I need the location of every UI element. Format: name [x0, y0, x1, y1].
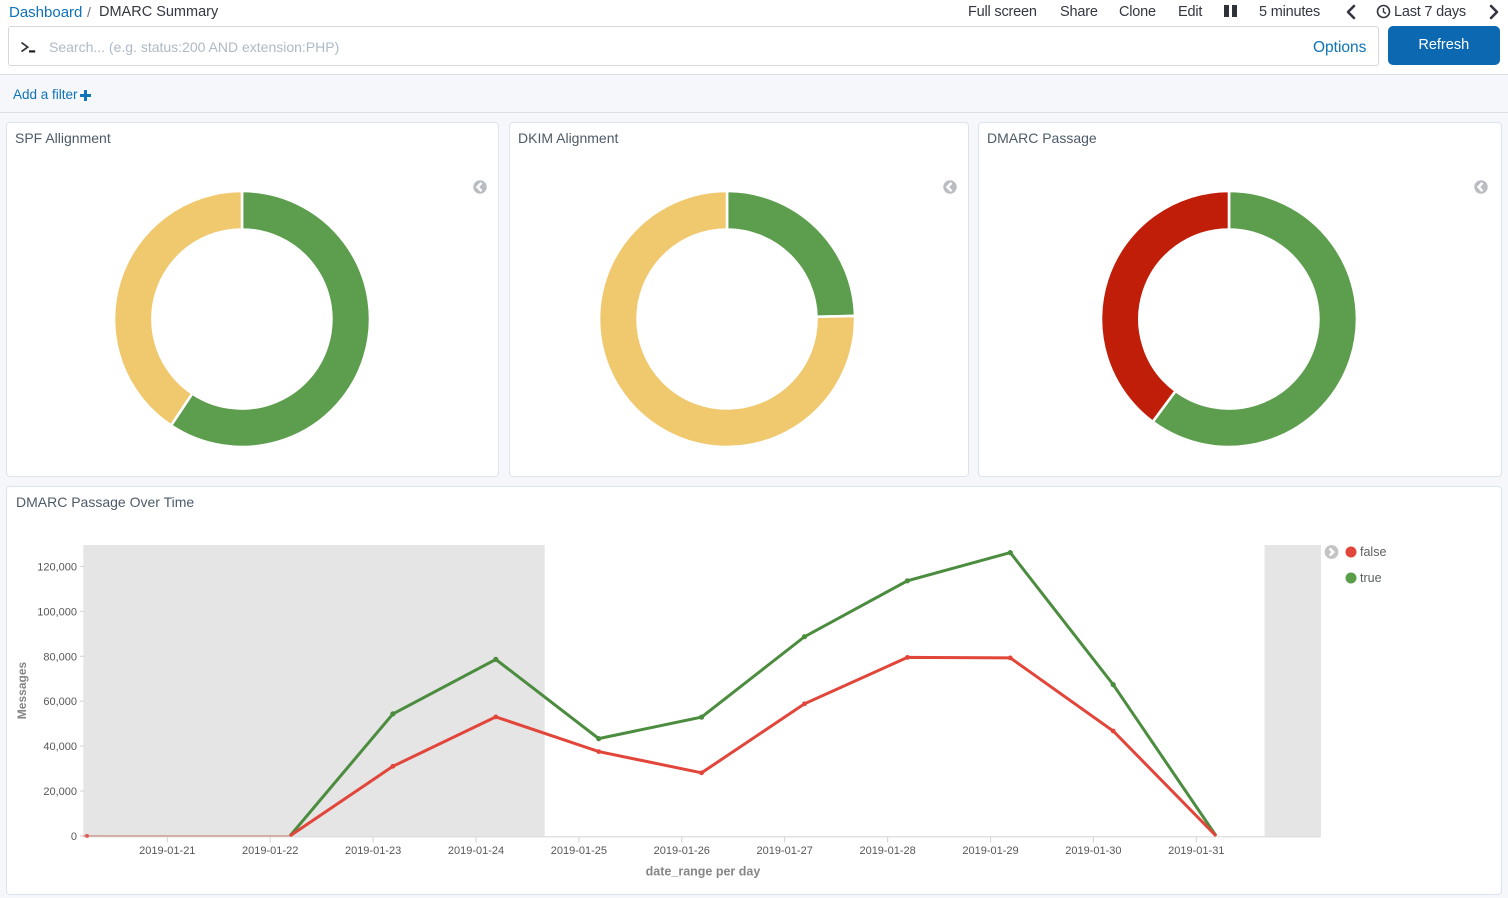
svg-text:80,000: 80,000 [43, 651, 77, 663]
svg-text:2019-01-31: 2019-01-31 [1168, 845, 1224, 857]
svg-text:2019-01-27: 2019-01-27 [757, 845, 813, 857]
svg-text:120,000: 120,000 [37, 561, 77, 573]
svg-text:date_range per day: date_range per day [646, 864, 761, 878]
svg-text:2019-01-30: 2019-01-30 [1065, 845, 1121, 857]
svg-text:2019-01-24: 2019-01-24 [448, 845, 504, 857]
svg-text:20,000: 20,000 [43, 785, 77, 797]
svg-text:false: false [1360, 545, 1386, 559]
svg-text:2019-01-28: 2019-01-28 [859, 845, 915, 857]
svg-text:2019-01-26: 2019-01-26 [654, 845, 710, 857]
svg-text:60,000: 60,000 [43, 696, 77, 708]
svg-text:0: 0 [71, 830, 77, 842]
svg-text:Messages: Messages [15, 661, 29, 719]
svg-text:true: true [1360, 571, 1382, 585]
svg-text:40,000: 40,000 [43, 741, 77, 753]
svg-text:2019-01-23: 2019-01-23 [345, 845, 401, 857]
svg-text:2019-01-22: 2019-01-22 [242, 845, 298, 857]
svg-text:2019-01-25: 2019-01-25 [551, 845, 607, 857]
svg-text:100,000: 100,000 [37, 606, 77, 618]
svg-text:2019-01-21: 2019-01-21 [139, 845, 195, 857]
svg-text:2019-01-29: 2019-01-29 [962, 845, 1018, 857]
